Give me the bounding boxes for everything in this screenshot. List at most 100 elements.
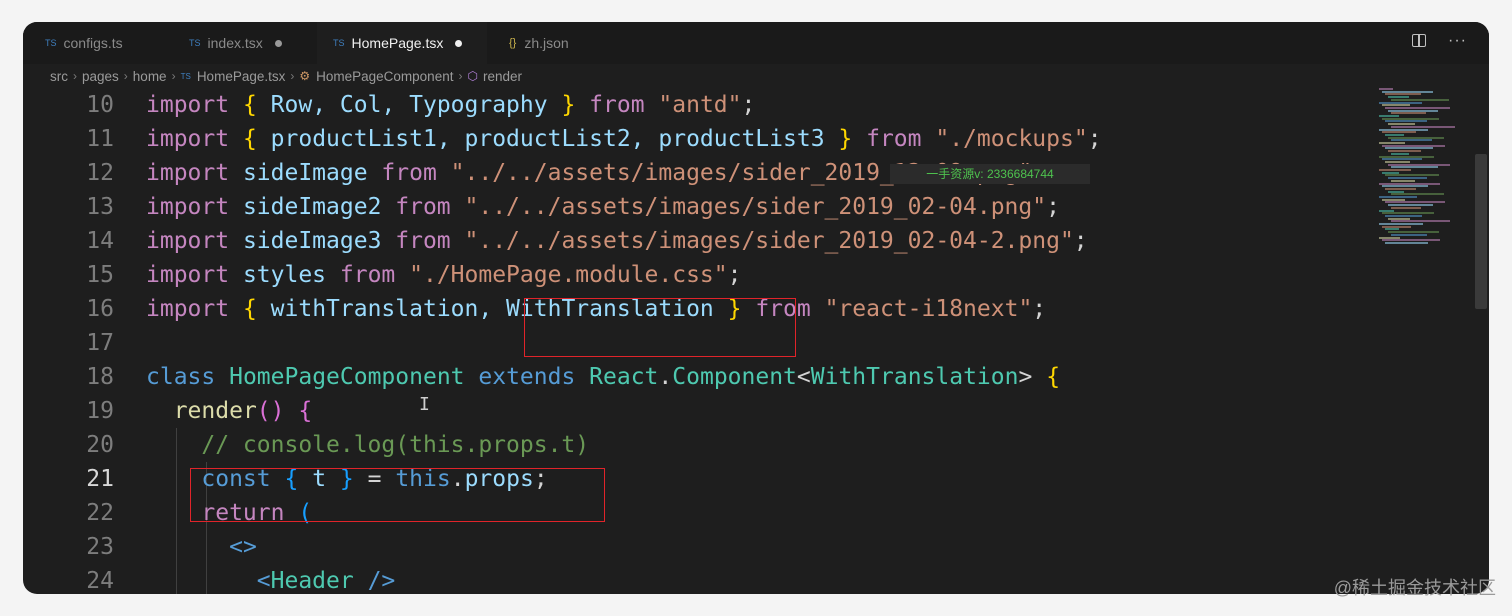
code-editor[interactable]: 10 import { Row, Col, Typography } from "… [23, 88, 1363, 594]
unsaved-dot-icon[interactable] [455, 39, 463, 47]
code-token: sideImage [229, 160, 382, 186]
vertical-scrollbar[interactable] [1475, 154, 1487, 309]
code-token: () [256, 398, 285, 424]
tab-configs-ts[interactable]: TS configs.ts [45, 22, 185, 64]
minimap-line [1388, 231, 1439, 234]
code-token: . [658, 364, 673, 390]
code-token: import [146, 194, 230, 220]
code-token: ; [1032, 296, 1047, 322]
code-line[interactable]: 24 <Header /> [23, 564, 1363, 594]
code-token: /> [353, 568, 396, 594]
breadcrumb-item[interactable]: src [50, 69, 68, 84]
code-line[interactable]: 14 import sideImage3 from "../../assets/i… [23, 224, 1363, 258]
code-token: from [852, 126, 936, 152]
code-text: <Header /> [146, 564, 396, 594]
minimap-line [1388, 190, 1404, 193]
code-token: { [1046, 364, 1061, 390]
line-number: 22 [86, 500, 114, 526]
minimap-line [1385, 120, 1427, 123]
code-line[interactable]: 23 <> [23, 530, 1363, 564]
code-line[interactable]: 15 import styles from "./HomePage.module.… [23, 258, 1363, 292]
tab-index-tsx[interactable]: TS index.tsx [189, 22, 329, 64]
minimap-line [1391, 166, 1438, 169]
minimap-line [1391, 152, 1409, 155]
minimap-line [1382, 225, 1411, 228]
code-line[interactable]: 18 class HomePageComponent extends React.… [23, 360, 1363, 394]
code-token: { [242, 126, 257, 152]
minimap-line [1391, 125, 1455, 128]
code-line[interactable]: 19 render() { [23, 394, 1363, 428]
tab-label: zh.json [524, 35, 569, 51]
typescript-icon: TS [45, 38, 57, 48]
breadcrumb-item[interactable]: home [133, 69, 167, 84]
code-text: import sideImage3 from "../../assets/ima… [146, 224, 1088, 258]
minimap-line [1388, 163, 1450, 166]
code-token: WithTranslation [810, 364, 1019, 390]
code-line[interactable]: 13 import sideImage2 from "../../assets/i… [23, 190, 1363, 224]
breadcrumb-item[interactable]: HomePage.tsx [197, 69, 286, 84]
code-token: <> [229, 534, 257, 560]
code-token: "./HomePage.module.css" [409, 262, 728, 288]
code-token: "../../assets/images/sider_2019_02-04.pn… [464, 194, 1047, 220]
code-text: render() { [146, 394, 313, 428]
minimap-line [1385, 187, 1416, 190]
code-line[interactable]: 20 // console.log(this.props.t) [23, 428, 1363, 462]
split-editor-icon[interactable] [1412, 34, 1427, 47]
more-actions-icon[interactable]: ··· [1448, 33, 1467, 49]
minimap-line [1388, 109, 1438, 112]
minimap-line [1382, 117, 1439, 120]
overlay-tooltip: 一手资源v: 2336684744 [890, 164, 1090, 184]
tab-homepage-tsx[interactable]: TS HomePage.tsx [317, 22, 487, 64]
minimap-line [1388, 123, 1415, 126]
minimap-line [1388, 217, 1410, 220]
minimap-line [1385, 147, 1433, 150]
code-token: import [146, 160, 230, 186]
minimap-line [1388, 96, 1409, 99]
code-token: < [256, 568, 271, 594]
code-token: import [146, 228, 230, 254]
breadcrumb-item[interactable]: HomePageComponent [316, 69, 453, 84]
minimap-line [1388, 177, 1427, 180]
unsaved-dot-icon[interactable] [274, 39, 282, 47]
minimap-line [1379, 115, 1399, 117]
line-number: 14 [86, 228, 114, 254]
editor-actions: ··· [1412, 33, 1467, 49]
minimap-line [1382, 198, 1405, 201]
breadcrumb-item[interactable]: render [483, 69, 522, 84]
code-text: import styles from "./HomePage.module.cs… [146, 258, 741, 292]
breadcrumb: src › pages › home › TS HomePage.tsx › ⚙… [50, 66, 522, 86]
minimap-line [1385, 201, 1445, 204]
code-line[interactable]: 10 import { Row, Col, Typography } from "… [23, 88, 1363, 122]
breadcrumb-item[interactable]: pages [82, 69, 119, 84]
line-number: 13 [86, 194, 114, 220]
editor-window: TS configs.ts TS index.tsx TS HomePage.t… [23, 22, 1489, 594]
line-number: 11 [86, 126, 114, 152]
component-icon: ⚙ [299, 69, 311, 83]
code-token: "../../assets/images/sider_2019_02-04-2.… [464, 228, 1074, 254]
minimap-line [1388, 150, 1421, 153]
code-token: ; [1087, 126, 1102, 152]
minimap-line [1391, 179, 1415, 182]
minimap-line [1385, 174, 1439, 177]
tab-zh-json[interactable]: {} zh.json [487, 22, 637, 64]
code-line[interactable]: 11 import { productList1, productList2, p… [23, 122, 1363, 156]
minimap[interactable] [1371, 88, 1466, 248]
line-number: 10 [86, 92, 114, 118]
code-line[interactable]: 12 import sideImage from "../../assets/im… [23, 156, 1363, 190]
code-token: extends [478, 364, 576, 390]
code-token: ; [1073, 228, 1088, 254]
code-token: React [589, 364, 659, 390]
code-token: import [146, 262, 230, 288]
code-text: import sideImage2 from "../../assets/ima… [146, 190, 1060, 224]
line-number: 18 [86, 364, 114, 390]
code-text: // console.log(this.props.t) [146, 428, 589, 462]
code-token: "antd" [658, 92, 742, 118]
code-text: <> [146, 530, 257, 564]
json-icon: {} [509, 37, 517, 49]
